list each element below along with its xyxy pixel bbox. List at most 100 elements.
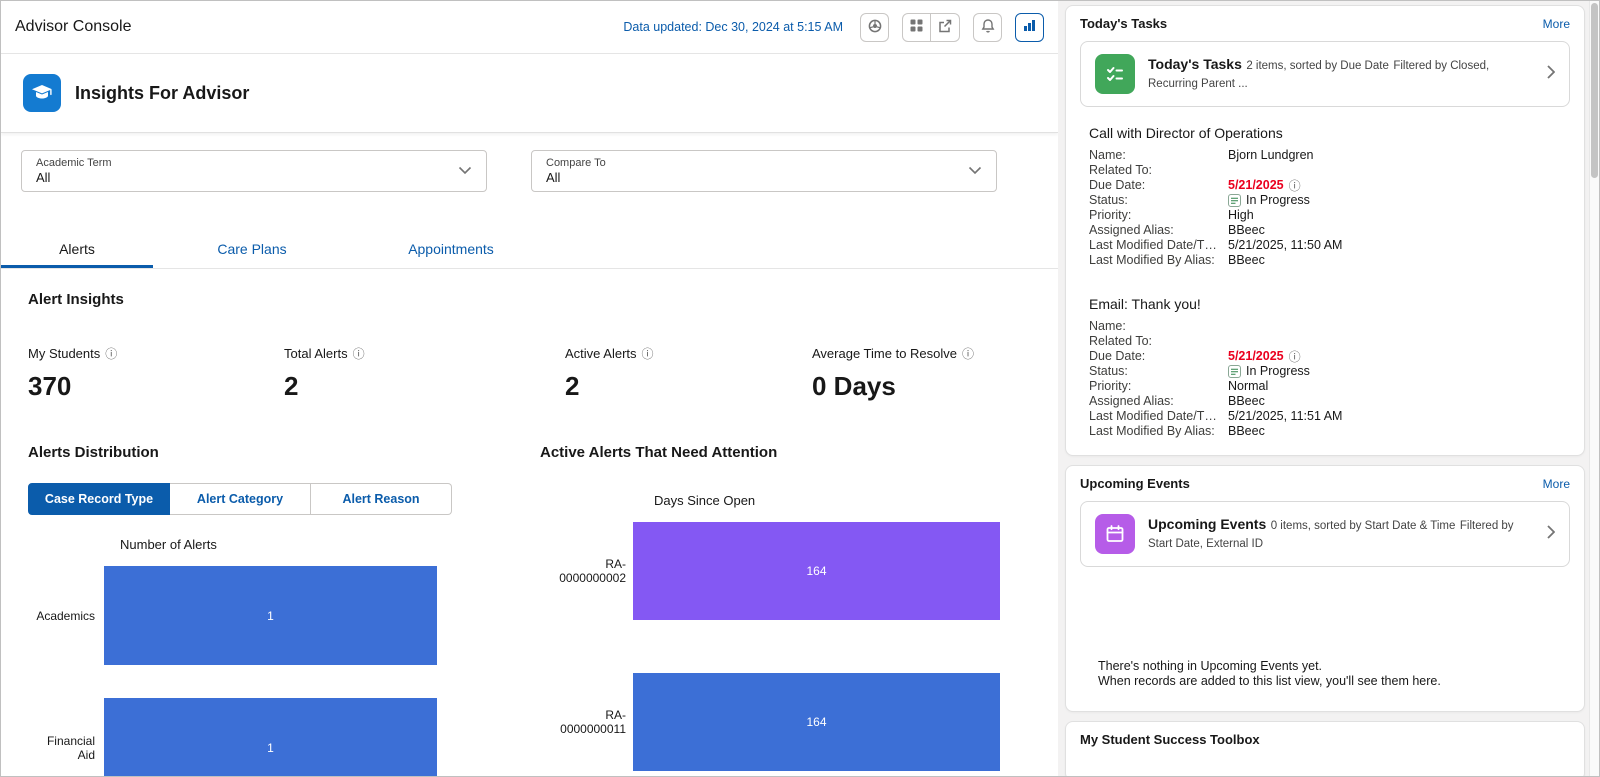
task-field-last-modified-by: Last Modified By Alias: BBeec [1089, 424, 1561, 439]
bar-ra-0000000002[interactable]: 164 [633, 522, 1000, 620]
alert-insights-title: Alert Insights [28, 291, 124, 308]
tab-alerts[interactable]: Alerts [1, 230, 153, 268]
task-title[interactable]: Email: Thank you! [1089, 296, 1561, 312]
grid-view-button[interactable] [902, 12, 931, 42]
task-field-last-modified: Last Modified Date/T… 5/21/2025, 11:50 A… [1089, 238, 1561, 253]
due-date-value: 5/21/2025 [1228, 349, 1284, 363]
info-icon[interactable]: ⓘ [1289, 180, 1301, 192]
field-label: Status: [1089, 364, 1128, 378]
task-item: Email: Thank you! Name: Related To: Due … [1080, 296, 1570, 439]
data-updated-text: Data updated: Dec 30, 2024 at 5:15 AM [623, 20, 843, 34]
sidebar-scrollbar[interactable] [1589, 1, 1599, 776]
todays-tasks-card-sub1: 2 items, sorted by Due Date [1246, 60, 1389, 72]
tab-appointments[interactable]: Appointments [351, 230, 551, 268]
academic-term-select[interactable]: Academic Term All [21, 150, 487, 192]
app-title: Advisor Console [15, 18, 132, 35]
field-label: Last Modified Date/T… [1089, 238, 1217, 252]
todays-tasks-listview-card[interactable]: Today's Tasks 2 items, sorted by Due Dat… [1080, 41, 1570, 107]
calendar-icon [1095, 514, 1135, 554]
alerts-tab-content: Alert Insights My Students ⓘ 370 Total A… [1, 269, 1058, 776]
kpi-value: 0 Days [812, 371, 896, 401]
compare-to-value: All [546, 170, 561, 185]
tab-care-plans[interactable]: Care Plans [153, 230, 351, 268]
segment-case-record-type[interactable]: Case Record Type [28, 483, 170, 515]
field-label: Assigned Alias: [1089, 223, 1174, 237]
field-label: Assigned Alias: [1089, 394, 1174, 408]
filters-row: Academic Term All Compare To All [1, 133, 1058, 192]
upcoming-events-more-link[interactable]: More [1543, 477, 1570, 491]
task-field-related-to: Related To: [1089, 163, 1561, 178]
todays-tasks-card-text: Today's Tasks 2 items, sorted by Due Dat… [1148, 56, 1534, 92]
days-since-open-chart: RA-0000000002 164 RA-0000000011 164 [540, 522, 1031, 771]
todays-tasks-header-title: Today's Tasks [1080, 16, 1168, 31]
upcoming-events-header-title: Upcoming Events [1080, 476, 1190, 491]
field-label: Last Modified By Alias: [1089, 253, 1215, 267]
notifications-button[interactable] [973, 12, 1002, 42]
segment-alert-category[interactable]: Alert Category [170, 483, 311, 515]
charts-row: Alerts Distribution Case Record Type Ale… [28, 444, 1031, 776]
task-field-status: Status: In Progress [1089, 193, 1561, 208]
toolbox-header: My Student Success Toolbox [1080, 732, 1570, 747]
kpi-avg-time-to-resolve: Average Time to Resolve ⓘ 0 Days [812, 346, 974, 402]
field-label: Due Date: [1089, 349, 1146, 363]
field-label: Related To: [1089, 334, 1153, 348]
status-value: In Progress [1246, 364, 1310, 378]
top-bar-actions: Data updated: Dec 30, 2024 at 5:15 AM [623, 12, 1044, 42]
page-title: Insights For Advisor [75, 82, 250, 103]
kpi-label-text: My Students [28, 346, 101, 361]
bar-chart-icon [1022, 18, 1037, 36]
number-of-alerts-chart: Academics 1 Financial Aid 1 [28, 566, 540, 776]
upcoming-events-header: Upcoming Events More [1080, 476, 1570, 491]
bar-category-label: RA-0000000011 [560, 708, 626, 736]
field-value: 5/21/2025, 11:50 AM [1228, 238, 1343, 252]
compare-to-select[interactable]: Compare To All [531, 150, 997, 192]
task-title[interactable]: Call with Director of Operations [1089, 125, 1561, 141]
alerts-distribution-title: Alerts Distribution [28, 444, 159, 461]
todays-tasks-section: Today's Tasks More Today's Tasks 2 items… [1065, 5, 1585, 456]
bell-icon [980, 18, 996, 37]
chevron-down-icon [458, 162, 472, 180]
field-label: Name: [1089, 148, 1126, 162]
field-label: Name: [1089, 319, 1126, 333]
bar-value-label: 164 [806, 715, 827, 729]
task-status-icon [1228, 194, 1241, 207]
task-field-last-modified: Last Modified Date/T… 5/21/2025, 11:51 A… [1089, 409, 1561, 424]
todays-tasks-header: Today's Tasks More [1080, 16, 1570, 31]
toolbox-header-title: My Student Success Toolbox [1080, 732, 1260, 747]
bar-financial-aid[interactable]: 1 [104, 698, 437, 776]
scrollbar-thumb[interactable] [1591, 3, 1598, 178]
academic-term-value: All [36, 170, 51, 185]
bar-value-label: 164 [806, 564, 827, 578]
info-icon[interactable]: ⓘ [962, 348, 974, 360]
info-icon[interactable]: ⓘ [1289, 351, 1301, 363]
share-button[interactable] [931, 12, 960, 42]
info-icon[interactable]: ⓘ [353, 348, 365, 360]
empty-state-line1: There's nothing in Upcoming Events yet. [1098, 659, 1323, 673]
task-field-name: Name: [1089, 319, 1561, 334]
tab-bar: Alerts Care Plans Appointments [1, 230, 1058, 269]
info-icon[interactable]: ⓘ [105, 348, 117, 360]
compare-to-text: Compare To All [546, 157, 606, 185]
field-label: Related To: [1089, 163, 1153, 177]
upcoming-events-listview-card[interactable]: Upcoming Events 0 items, sorted by Start… [1080, 501, 1570, 567]
task-field-priority: Priority: High [1089, 208, 1561, 223]
share-icon [937, 18, 953, 37]
bar-academics[interactable]: 1 [104, 566, 437, 665]
field-value: BBeec [1228, 424, 1265, 438]
task-field-last-modified-by: Last Modified By Alias: BBeec [1089, 253, 1561, 268]
kpi-row: My Students ⓘ 370 Total Alerts ⓘ 2 Activ… [28, 346, 1031, 402]
upcoming-events-empty-state: There's nothing in Upcoming Events yet. … [1098, 659, 1570, 689]
graduation-cap-icon [23, 74, 61, 112]
bar-ra-0000000011[interactable]: 164 [633, 673, 1000, 771]
kpi-value: 2 [284, 371, 299, 401]
bar-value-label: 1 [267, 608, 274, 623]
analytics-button[interactable] [1015, 12, 1044, 42]
upcoming-events-card-title: Upcoming Events [1148, 516, 1267, 532]
segment-alert-reason[interactable]: Alert Reason [311, 483, 452, 515]
field-value: High [1228, 208, 1254, 222]
info-icon[interactable]: ⓘ [642, 348, 654, 360]
kpi-label: Average Time to Resolve ⓘ [812, 346, 974, 361]
number-of-alerts-chart-title: Number of Alerts [120, 537, 217, 552]
todays-tasks-more-link[interactable]: More [1543, 17, 1570, 31]
palette-button[interactable] [860, 12, 889, 42]
